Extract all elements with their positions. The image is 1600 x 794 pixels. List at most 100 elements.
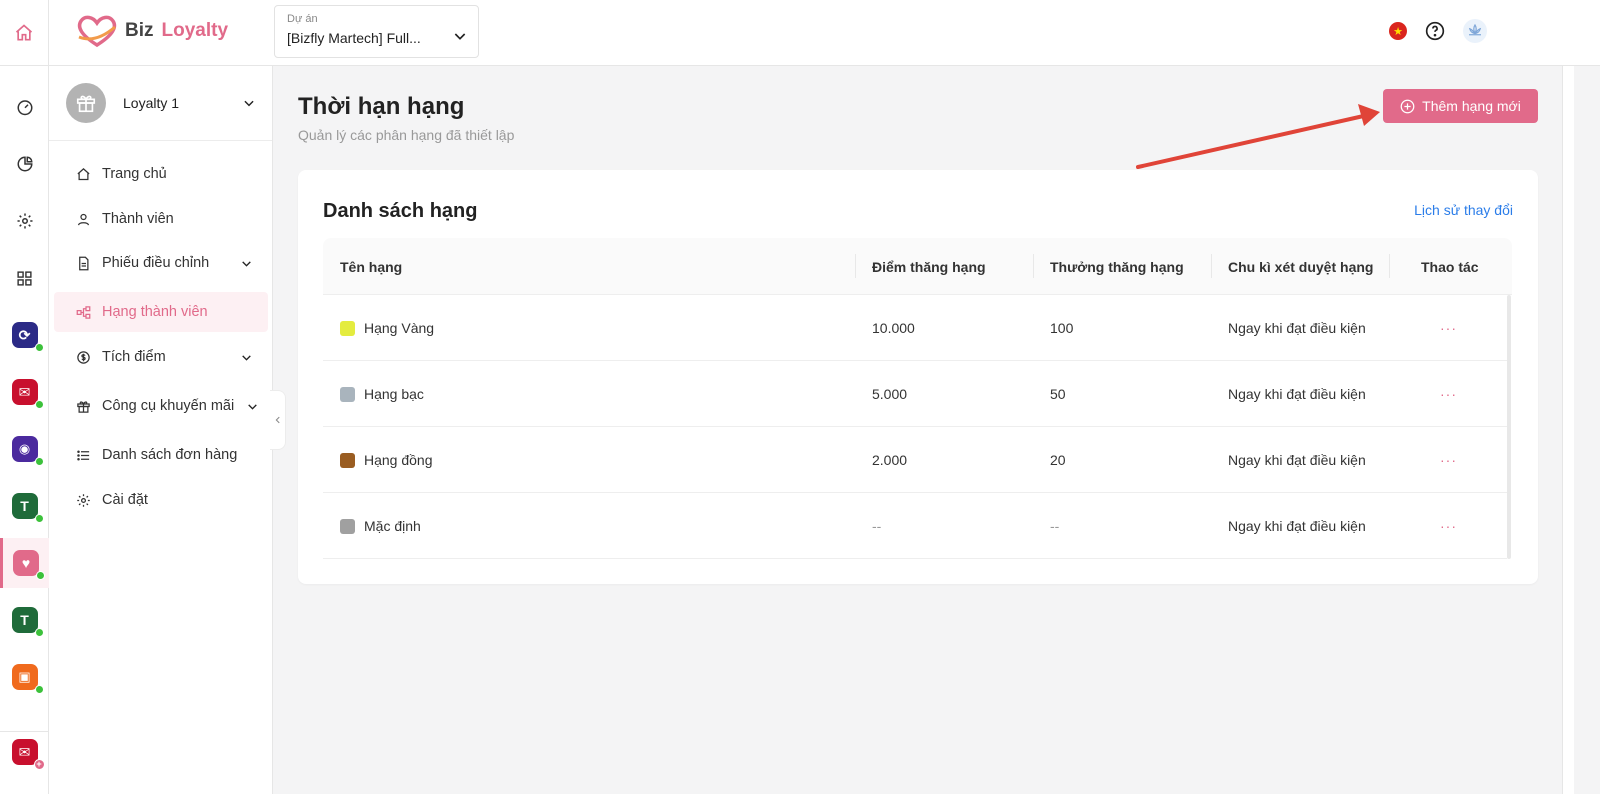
user-icon [77, 213, 90, 225]
page-title: Thời hạn hạng [298, 93, 465, 120]
column-divider [1389, 254, 1390, 278]
workspace-avatar [66, 83, 106, 123]
more-actions-icon[interactable]: ··· [1440, 493, 1457, 559]
tier-points: 10.000 [872, 320, 915, 336]
table-row[interactable]: Hạng bạc 5.000 50 Ngay khi đạt điều kiện… [323, 361, 1507, 427]
shop-app-icon: ▣ [11, 664, 44, 694]
tier-name: Hạng đồng [364, 452, 433, 468]
logo-text-biz: Biz [125, 20, 154, 41]
store2-app-icon: T [11, 607, 44, 637]
list-icon [77, 450, 90, 460]
help-icon[interactable] [1425, 21, 1445, 41]
table-row[interactable]: Hạng đồng 2.000 20 Ngay khi đạt điều kiệ… [323, 427, 1507, 493]
sidebar-collapse-button[interactable] [270, 390, 286, 450]
bot-app-icon: ◉ [11, 436, 44, 466]
top-actions: ★ [1389, 19, 1487, 43]
tier-reward: 100 [1050, 320, 1074, 336]
column-header-reward: Thưởng thăng hạng [1050, 258, 1184, 275]
document-icon [79, 256, 89, 270]
table-row[interactable]: Mặc định -- -- Ngay khi đạt điều kiện ··… [323, 493, 1507, 559]
home-rail-button[interactable] [0, 0, 48, 66]
heart-logo-icon [77, 15, 117, 48]
tier-cycle: Ngay khi đạt điều kiện [1228, 452, 1366, 468]
chevron-down-icon [242, 355, 251, 361]
bizloyalty-logo[interactable]: Biz Loyalty [75, 13, 228, 49]
vietnam-flag-icon[interactable]: ★ [1389, 22, 1407, 40]
app-store2-button[interactable]: T [0, 595, 49, 645]
sidebar-item-label: Thành viên [102, 211, 174, 227]
lotus-avatar-icon [1468, 23, 1482, 36]
column-header-points: Điểm thăng hạng [872, 258, 986, 275]
app-shop-button[interactable]: ▣ [0, 652, 49, 702]
add-tier-button[interactable]: Thêm hạng mới [1383, 89, 1538, 123]
sidebar-item-home[interactable]: Trang chủ [49, 154, 273, 194]
app-email-button[interactable]: ✉ [0, 367, 49, 417]
sidebar-item-promotions[interactable]: Công cụ khuyến mãi [49, 386, 273, 426]
more-actions-icon[interactable]: ··· [1440, 427, 1457, 493]
more-actions-icon[interactable]: ··· [1440, 295, 1457, 361]
tier-color-swatch [340, 452, 355, 468]
tier-reward: 20 [1050, 452, 1066, 468]
chevron-left-icon [275, 416, 280, 424]
email-app-icon: ✉ [11, 379, 44, 409]
email-add-app-icon: ✉ + [11, 739, 45, 770]
tier-reward: 50 [1050, 386, 1066, 402]
sidebar-item-settings[interactable]: Cài đặt [49, 480, 273, 520]
chevron-down-icon [248, 404, 257, 410]
hierarchy-icon [76, 305, 91, 319]
table-scrollbar[interactable] [1507, 295, 1511, 559]
app-flow-button[interactable]: ⟳ [0, 310, 49, 360]
card-title: Danh sách hạng [323, 200, 478, 222]
sidebar-item-adjustments[interactable]: Phiếu điều chỉnh [49, 243, 273, 283]
page-subtitle: Quản lý các phân hạng đã thiết lập [298, 127, 515, 143]
tier-points: 2.000 [872, 452, 908, 468]
app-store-button[interactable]: T [0, 481, 49, 531]
workspace-switcher[interactable]: Loyalty 1 [49, 66, 272, 141]
sidebar-item-label: Trang chủ [102, 166, 167, 182]
tier-name-cell: Hạng Vàng [340, 295, 434, 361]
app-loyalty-button[interactable]: ♥ [0, 538, 49, 588]
column-header-actions: Thao tác [1421, 258, 1479, 275]
app-bot-button[interactable]: ◉ [0, 424, 49, 474]
tier-name-cell: Hạng đồng [340, 427, 433, 493]
report-rail-button[interactable] [0, 139, 49, 189]
tier-points: -- [872, 518, 882, 534]
chevron-down-icon [242, 261, 251, 267]
sidebar-item-label: Danh sách đơn hàng [102, 447, 238, 463]
tier-list-card: Danh sách hạng Lịch sử thay đổi Tên hạng… [298, 170, 1538, 584]
home-icon [77, 167, 90, 180]
settings-rail-button[interactable] [0, 196, 49, 246]
add-tier-label: Thêm hạng mới [1422, 98, 1521, 114]
chevron-down-icon [244, 100, 254, 107]
change-history-link[interactable]: Lịch sử thay đổi [1414, 202, 1513, 218]
sidebar-item-orders[interactable]: Danh sách đơn hàng [49, 435, 273, 475]
coin-icon [77, 350, 90, 364]
column-divider [1033, 254, 1034, 278]
apps-rail-button[interactable] [0, 253, 49, 303]
column-header-name: Tên hạng [340, 258, 403, 275]
sidebar-item-label: Hạng thành viên [102, 304, 208, 320]
dashboard-icon [17, 100, 32, 116]
table-row[interactable]: Hạng Vàng 10.000 100 Ngay khi đạt điều k… [323, 295, 1507, 361]
avatar[interactable] [1463, 19, 1487, 43]
tier-color-swatch [340, 518, 355, 534]
column-header-cycle: Chu kì xét duyệt hạng [1228, 258, 1374, 275]
project-select[interactable]: Dự án [Bizfly Martech] Full... [274, 5, 479, 58]
pie-chart-icon [17, 156, 33, 172]
table-header: Tên hạng Điểm thăng hạng Thưởng thăng hạ… [323, 238, 1512, 295]
loyalty-app-icon: ♥ [13, 550, 45, 580]
column-divider [1211, 254, 1212, 278]
sidebar-item-members[interactable]: Thành viên [49, 199, 273, 239]
chevron-down-icon [454, 33, 466, 40]
page-scrollbar[interactable] [1562, 66, 1574, 794]
sidebar-item-tiers[interactable]: Hạng thành viên [54, 292, 268, 332]
annotation-arrow [1136, 104, 1380, 169]
more-actions-icon[interactable]: ··· [1440, 361, 1457, 427]
tier-name: Hạng bạc [364, 386, 424, 402]
sidebar-item-label: Công cụ khuyến mãi [102, 398, 235, 414]
sidebar-item-points[interactable]: Tích điểm [49, 337, 273, 377]
sidebar-item-label: Tích điểm [102, 349, 166, 365]
home-icon [15, 23, 33, 40]
app-add-email-button[interactable]: ✉ + [0, 727, 49, 777]
dashboard-rail-button[interactable] [0, 82, 49, 132]
